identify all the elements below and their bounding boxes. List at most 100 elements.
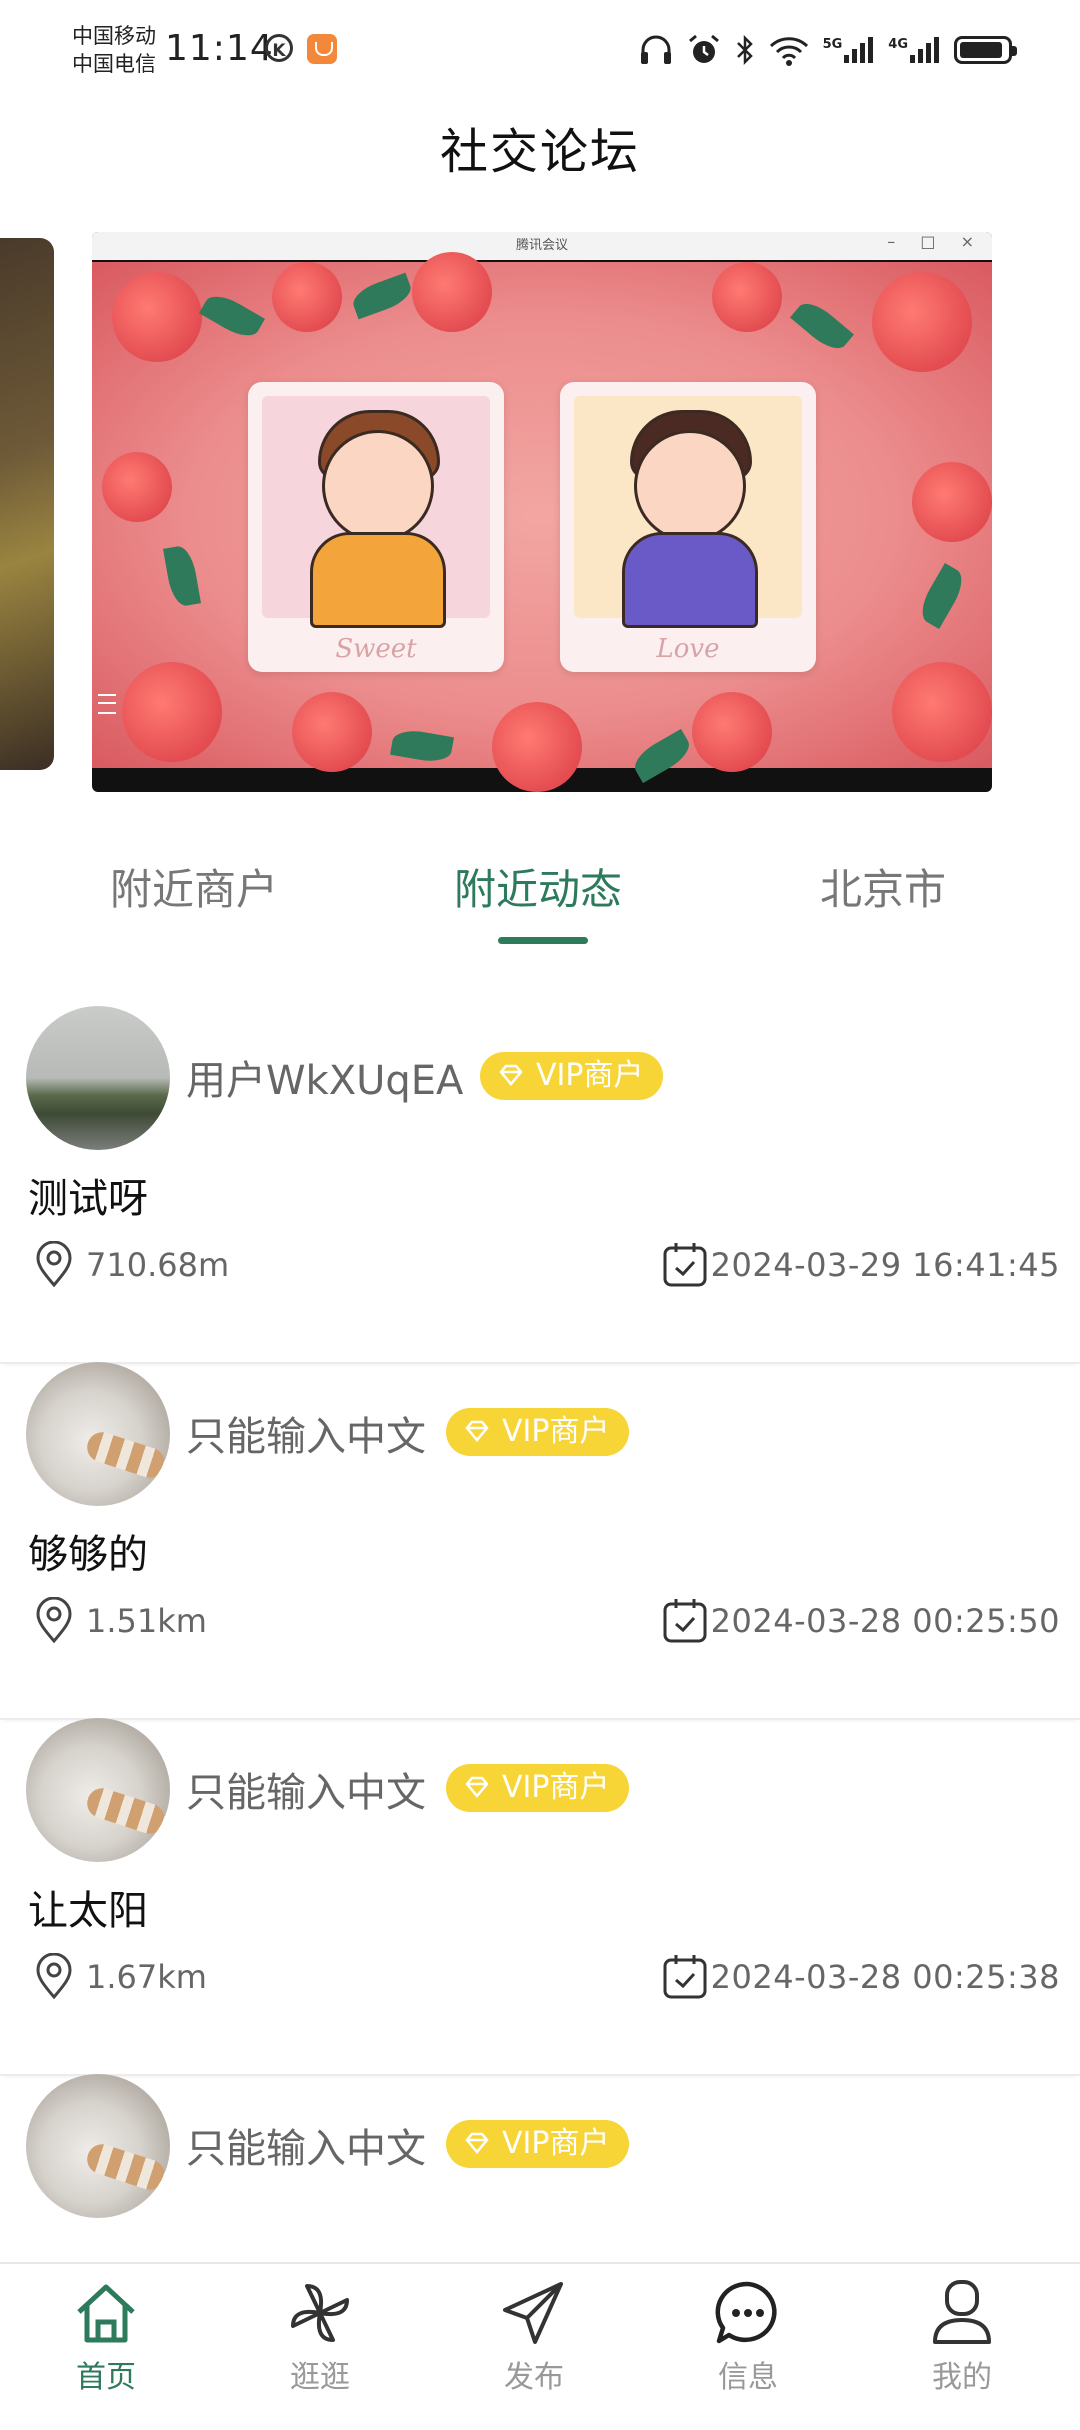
vip-badge-label: VIP商户 xyxy=(502,1770,610,1805)
signal-5g: 5G xyxy=(823,37,875,63)
leaf-decoration xyxy=(390,727,454,765)
alarm-icon xyxy=(688,34,719,63)
battery-icon xyxy=(954,36,1017,64)
calendar-icon xyxy=(663,1955,707,1999)
flower-decoration xyxy=(892,662,992,762)
net-label-5g: 5G xyxy=(822,37,843,52)
location-pin-icon xyxy=(36,1241,72,1288)
post-card[interactable]: 只能输入中文 VIP商户 让太阳 1.67km 2024-03-28 00:25… xyxy=(0,1718,1080,2076)
tab-nearby-merchants[interactable]: 附近商户 xyxy=(110,856,278,917)
flower-decoration xyxy=(412,252,492,332)
location-pin-icon xyxy=(36,1597,72,1644)
post-text: 测试呀 xyxy=(28,1176,148,1222)
sweet-card: Sweet xyxy=(248,382,504,672)
active-tab-indicator xyxy=(498,937,588,944)
location-pin-icon xyxy=(36,1953,72,2000)
window-controls-icon: – □ × xyxy=(887,232,984,251)
diamond-icon xyxy=(465,2132,489,2154)
vip-badge: VIP商户 xyxy=(480,1052,664,1100)
nav-home-label: 首页 xyxy=(76,2360,136,2395)
page-title: 社交论坛 xyxy=(439,124,640,180)
nav-browse-label: 逛逛 xyxy=(290,2360,350,2395)
post-distance: 710.68m xyxy=(86,1246,230,1284)
user-icon xyxy=(933,2280,991,2344)
post-text: 够够的 xyxy=(28,1532,148,1578)
headphones-icon xyxy=(640,35,671,64)
nav-publish[interactable]: 发布 xyxy=(464,2264,604,2402)
post-distance: 1.51km xyxy=(86,1602,207,1640)
flower-decoration xyxy=(872,272,972,372)
nav-messages[interactable]: 信息 xyxy=(678,2264,818,2402)
leaf-decoration xyxy=(163,544,201,608)
status-bar: 中国移动 中国电信 11:14 K 5G 4G xyxy=(0,0,1080,100)
post-time: 2024-03-29 16:41:45 xyxy=(710,1246,1060,1284)
post-username[interactable]: 只能输入中文 xyxy=(186,2116,426,2174)
paper-plane-icon xyxy=(503,2282,563,2344)
flower-decoration xyxy=(712,262,782,332)
k-badge-icon: K xyxy=(265,34,293,62)
post-username[interactable]: 只能输入中文 xyxy=(186,1760,426,1818)
flower-decoration xyxy=(692,692,772,772)
post-username[interactable]: 用户WkXUqEA xyxy=(186,1048,463,1106)
home-icon xyxy=(77,2284,135,2343)
signal-bars-icon xyxy=(844,37,874,63)
vip-badge: VIP商户 xyxy=(446,1408,630,1456)
leaf-decoration xyxy=(790,295,854,357)
banner-prev-slide[interactable] xyxy=(0,238,54,770)
banner-image: Sweet Love xyxy=(92,252,992,792)
carrier-labels: 中国移动 中国电信 xyxy=(72,22,156,78)
bottom-navigation: 首页 逛逛 发布 信息 我的 xyxy=(0,2262,1080,2402)
flower-decoration xyxy=(102,452,172,522)
nav-profile[interactable]: 我的 xyxy=(892,2264,1032,2402)
avatar[interactable] xyxy=(26,1718,170,1862)
vip-badge-label: VIP商户 xyxy=(536,1058,644,1093)
leaf-decoration xyxy=(349,272,415,320)
post-card[interactable]: 用户WkXUqEA VIP商户 测试呀 710.68m 2024-03-29 1… xyxy=(0,1006,1080,1364)
nav-profile-label: 我的 xyxy=(932,2360,992,2395)
avatar[interactable] xyxy=(26,1362,170,1506)
status-icons: 5G 4G xyxy=(639,30,1017,70)
post-time: 2024-03-28 00:25:50 xyxy=(710,1602,1060,1640)
nav-publish-label: 发布 xyxy=(504,2360,564,2395)
diamond-icon xyxy=(465,1776,489,1798)
sweet-caption: Sweet xyxy=(335,634,417,664)
vip-badge: VIP商户 xyxy=(446,2120,630,2168)
vip-badge: VIP商户 xyxy=(446,1764,630,1812)
pinwheel-icon xyxy=(291,2284,349,2342)
bluetooth-icon xyxy=(736,34,753,66)
banner-window-title: 腾讯会议 xyxy=(515,238,568,253)
nav-messages-label: 信息 xyxy=(718,2360,778,2395)
nav-browse[interactable]: 逛逛 xyxy=(250,2264,390,2402)
love-card-illustration xyxy=(574,396,802,628)
leaf-decoration xyxy=(629,728,695,784)
avatar[interactable] xyxy=(26,1006,170,1150)
post-distance: 1.67km xyxy=(86,1958,207,1996)
carrier-2: 中国电信 xyxy=(72,52,156,76)
flower-decoration xyxy=(272,262,342,332)
menu-icon xyxy=(98,694,116,714)
flower-decoration xyxy=(122,662,222,762)
vip-badge-label: VIP商户 xyxy=(502,2126,610,2161)
signal-4g: 4G xyxy=(888,37,940,63)
flower-decoration xyxy=(292,692,372,772)
banner-carousel[interactable]: 腾讯会议 – □ × Sweet Love xyxy=(92,232,992,792)
post-time: 2024-03-28 00:25:38 xyxy=(710,1958,1060,1996)
flower-decoration xyxy=(912,462,992,542)
post-text: 让太阳 xyxy=(28,1888,148,1934)
flower-decoration xyxy=(112,272,202,362)
avatar[interactable] xyxy=(26,2074,170,2218)
tab-beijing[interactable]: 北京市 xyxy=(820,856,946,917)
diamond-icon xyxy=(499,1064,523,1086)
nav-home[interactable]: 首页 xyxy=(36,2264,176,2402)
sweet-card-illustration xyxy=(262,396,490,628)
love-caption: Love xyxy=(656,634,720,664)
tab-nearby-posts[interactable]: 附近动态 xyxy=(454,856,622,917)
post-username[interactable]: 只能输入中文 xyxy=(186,1404,426,1462)
diamond-icon xyxy=(465,1420,489,1442)
app-notification-icon xyxy=(307,34,337,64)
post-card[interactable]: 只能输入中文 VIP商户 够够的 1.51km 2024-03-28 00:25… xyxy=(0,1362,1080,1720)
cat-tail xyxy=(83,1784,169,1838)
love-card: Love xyxy=(560,382,816,672)
boy-face xyxy=(322,430,434,542)
leaf-decoration xyxy=(914,563,970,629)
